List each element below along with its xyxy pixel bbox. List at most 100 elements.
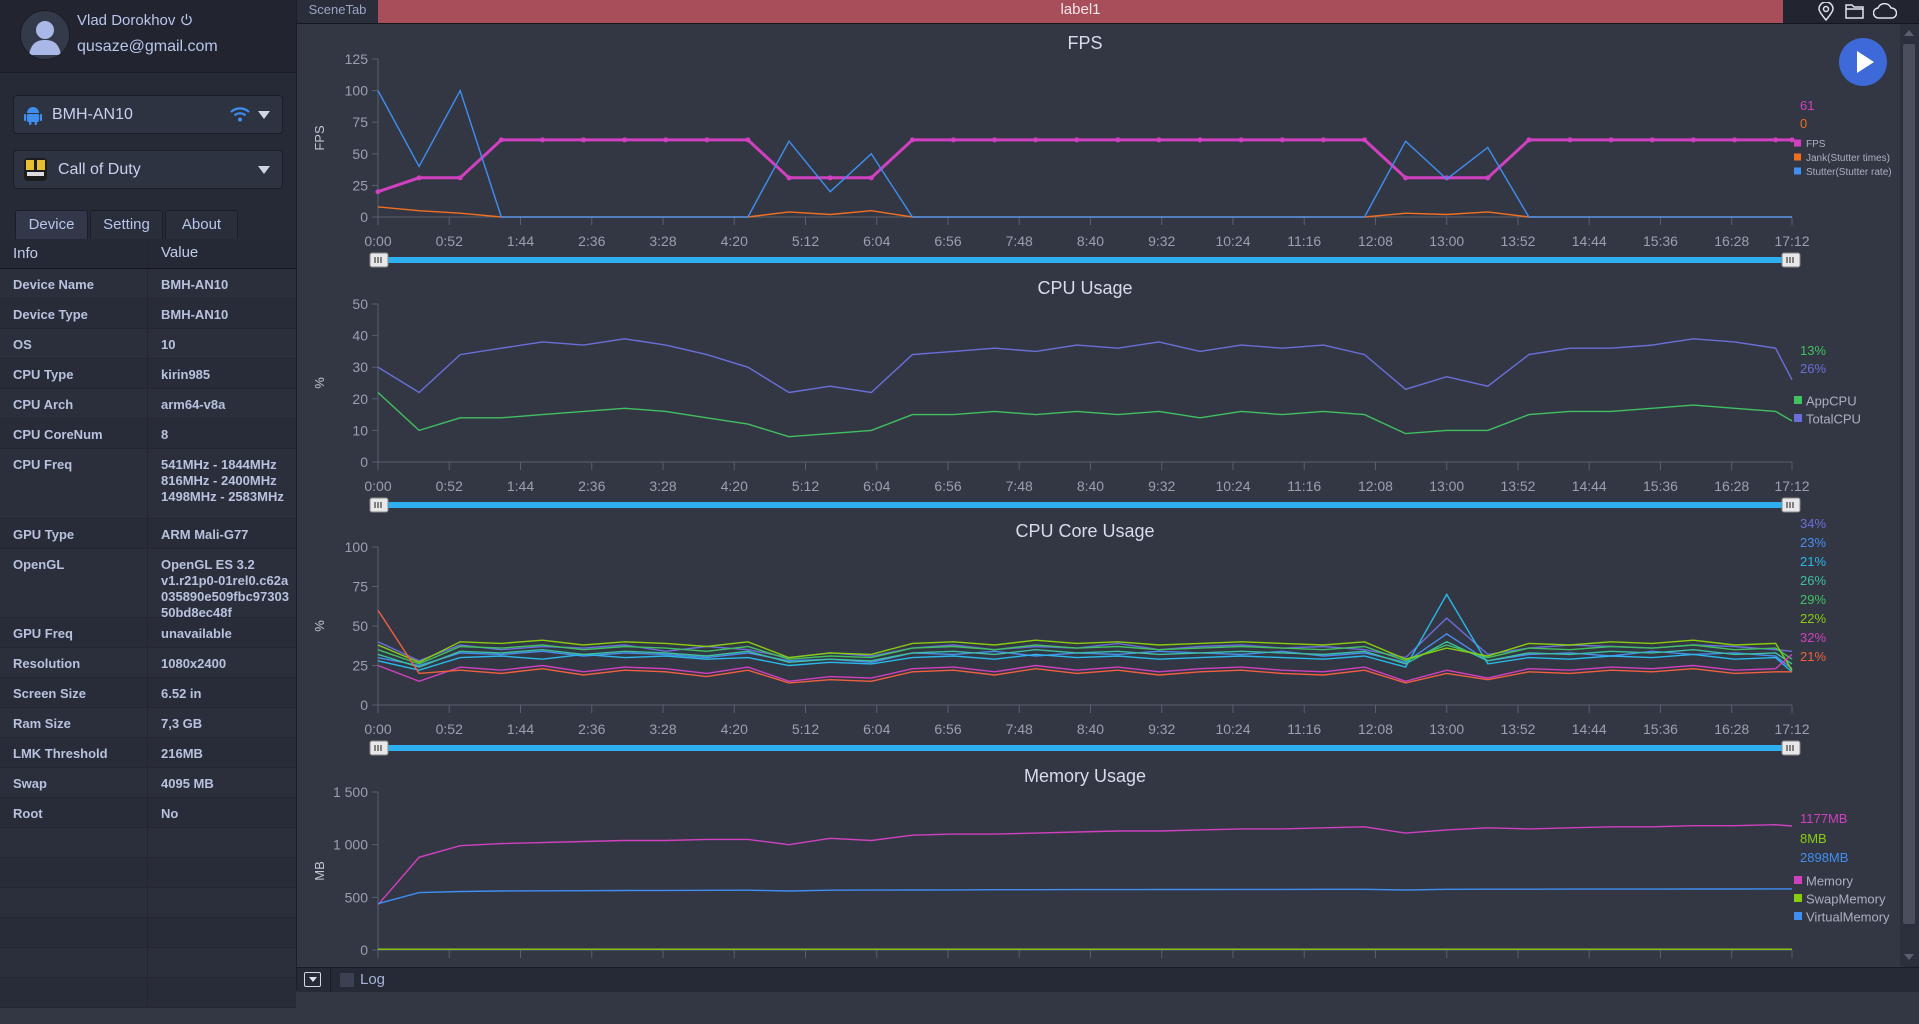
data-point: [909, 137, 915, 143]
scroll-down-icon[interactable]: [1904, 954, 1914, 960]
data-point: [622, 137, 628, 143]
data-point: [992, 137, 998, 143]
chevron-down-icon: [258, 166, 270, 174]
legend-label[interactable]: VirtualMemory: [1806, 910, 1890, 925]
info-key: Root: [13, 806, 43, 821]
x-tick-label: 13:00: [1429, 478, 1464, 494]
current-value-label: 21%: [1800, 649, 1826, 664]
y-axis-label: %: [312, 377, 327, 389]
chevron-down-icon: [309, 977, 317, 982]
table-row: OpenGL OpenGL ES 3.2 v1.r21p0-01rel0.c62a…: [0, 549, 296, 620]
legend-label[interactable]: Memory: [1806, 874, 1853, 889]
x-tick-label: 15:36: [1643, 721, 1678, 737]
legend-label[interactable]: TotalCPU: [1806, 412, 1861, 427]
tab-about[interactable]: About: [165, 210, 238, 239]
data-point: [581, 137, 587, 143]
x-tick-label: 16:28: [1714, 478, 1749, 494]
chart-title: CPU Core Usage: [1015, 521, 1154, 541]
current-value-label: 2898MB: [1800, 850, 1848, 865]
x-tick-label: 17:12: [1774, 721, 1809, 737]
app-select[interactable]: Call of Duty: [13, 150, 283, 189]
y-tick-label: 0: [360, 942, 368, 958]
range-slider-track[interactable]: [378, 502, 1792, 508]
tab-setting[interactable]: Setting: [90, 210, 163, 239]
scroll-up-icon[interactable]: [1904, 30, 1914, 36]
info-key: OS: [13, 337, 32, 352]
series-line-jank-stutter-times-: [377, 206, 1792, 218]
legend-swatch: [1794, 894, 1802, 902]
data-point: [375, 189, 381, 195]
x-tick-label: 8:40: [1077, 478, 1104, 494]
current-value-label: 0: [1800, 116, 1807, 131]
data-point: [1033, 137, 1039, 143]
info-key: Ram Size: [13, 716, 71, 731]
expand-log-button[interactable]: [304, 972, 321, 987]
user-panel: Vlad Dorokhov qusaze@gmail.com: [0, 0, 296, 73]
tab-device[interactable]: Device: [15, 210, 88, 239]
series-line-fps: [377, 138, 1792, 194]
x-tick-label: 6:04: [863, 478, 890, 494]
data-point: [1526, 137, 1532, 143]
range-slider-left-handle[interactable]: [369, 740, 389, 756]
info-key: OpenGL: [13, 557, 65, 572]
x-tick-label: 1:44: [507, 478, 534, 494]
range-slider-right-handle[interactable]: [1781, 497, 1801, 513]
current-value-label: 61: [1800, 98, 1814, 113]
range-slider-left-handle[interactable]: [369, 497, 389, 513]
data-point: [663, 137, 669, 143]
info-value: BMH-AN10: [161, 307, 229, 322]
legend-swatch: [1794, 876, 1802, 884]
y-tick-label: 1 000: [333, 837, 368, 853]
power-icon[interactable]: [180, 13, 193, 26]
legend-label[interactable]: FPS: [1806, 139, 1826, 150]
vertical-scrollbar[interactable]: [1900, 24, 1919, 967]
range-slider-right-handle[interactable]: [1781, 740, 1801, 756]
range-slider-left-handle[interactable]: [369, 252, 389, 268]
header-info: Info: [13, 245, 39, 262]
x-tick-label: 4:20: [721, 233, 748, 249]
data-point: [1362, 137, 1368, 143]
data-point: [1567, 137, 1573, 143]
series-line-totalcpu: [377, 338, 1793, 394]
info-key: Device Name: [13, 277, 94, 292]
legend-label[interactable]: AppCPU: [1806, 394, 1857, 409]
log-checkbox[interactable]: [340, 973, 354, 987]
device-select[interactable]: BMH-AN10: [13, 95, 283, 134]
legend-label[interactable]: Jank(Stutter times): [1806, 153, 1890, 164]
chart-svg: CPU Usage% 0 10 20 30 40 50 0:00 0:52 1:44 2:36 3:2…: [312, 278, 1861, 513]
x-tick-label: 0:52: [436, 233, 463, 249]
data-point: [1789, 137, 1795, 143]
empty-row: [0, 918, 296, 948]
legend-swatch: [1794, 414, 1802, 422]
x-tick-label: 11:16: [1287, 233, 1321, 249]
y-tick-label: 1 500: [333, 784, 368, 800]
y-tick-label: 125: [345, 51, 369, 67]
legend-label[interactable]: SwapMemory: [1806, 892, 1886, 907]
range-slider-track[interactable]: [378, 745, 1792, 751]
x-tick-label: 15:36: [1643, 478, 1678, 494]
x-tick-label: 7:48: [1006, 721, 1033, 737]
range-slider-track[interactable]: [378, 257, 1792, 263]
range-slider-right-handle[interactable]: [1781, 252, 1801, 268]
x-tick-label: 10:24: [1215, 721, 1250, 737]
data-point: [950, 137, 956, 143]
call-of-duty-app-icon: [24, 158, 47, 181]
y-axis-label: %: [312, 620, 327, 632]
scroll-thumb[interactable]: [1903, 44, 1915, 924]
info-value: No: [161, 806, 179, 821]
current-value-label: 1177MB: [1800, 811, 1847, 826]
info-key: Resolution: [13, 656, 81, 671]
android-icon: [24, 107, 42, 125]
x-tick-label: 0:00: [364, 233, 391, 249]
avatar[interactable]: [20, 10, 70, 60]
chart-title: FPS: [1067, 33, 1102, 53]
chart-title: CPU Usage: [1037, 278, 1132, 298]
table-row: Device Type BMH-AN10: [0, 299, 296, 329]
current-value-label: 26%: [1800, 361, 1826, 376]
play-button[interactable]: [1839, 38, 1887, 86]
info-key: CPU Type: [13, 367, 74, 382]
info-key: CPU Freq: [13, 457, 73, 472]
info-key: Screen Size: [13, 686, 86, 701]
user-silhouette-icon: [29, 21, 61, 55]
legend-label[interactable]: Stutter(Stutter rate): [1806, 167, 1892, 178]
